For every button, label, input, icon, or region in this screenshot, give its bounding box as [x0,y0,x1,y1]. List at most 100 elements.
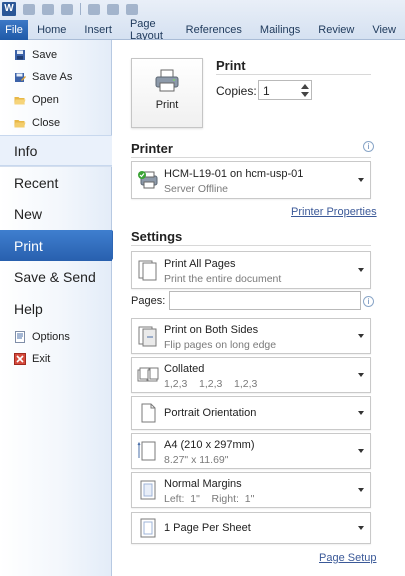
nav-save-as[interactable]: Save As [0,66,112,88]
options-icon [15,331,25,343]
tab-review[interactable]: Review [309,20,363,40]
nav-save[interactable]: Save [0,44,112,66]
nav-exit-label: Exit [32,353,51,365]
chevron-down-icon [358,449,364,453]
nav-item-info[interactable]: Info [0,135,112,166]
qat-open-icon[interactable] [107,3,119,15]
nav-item-recent[interactable]: Recent [0,167,112,198]
paper-size-select[interactable]: A4 (210 x 297mm) 8.27" x 11.69" [131,433,371,469]
print-button[interactable]: Print [131,58,203,128]
ribbon-tabs: File Home Insert Page Layout References … [0,18,405,42]
tab-file[interactable]: File [0,20,29,40]
printer-status: Server Offline [164,183,228,195]
printer-icon [155,69,179,92]
collation-title: Collated [164,363,205,375]
nav-item-new[interactable]: New [0,198,112,229]
chevron-down-icon [358,178,364,182]
open-folder-icon [14,97,26,105]
print-panel: Print Print Copies: 1 Printer i HCM-L19-… [113,40,405,576]
tab-mailings[interactable]: Mailings [251,20,309,40]
nav-options[interactable]: Options [0,326,112,348]
nav-save-label: Save [32,49,58,61]
print-range-subtitle: Print the entire document [164,273,282,285]
duplex-title: Print on Both Sides [164,324,259,336]
margins-subtitle: Left: 1" Right: 1" [164,493,255,505]
chevron-down-icon [358,268,364,272]
qat-redo-icon[interactable] [61,3,73,15]
copies-label: Copies: [216,84,257,98]
orientation-title: Portrait Orientation [164,407,257,419]
printer-name: HCM-L19-01 on hcm-usp-01 [164,168,304,180]
chevron-down-icon [358,526,364,530]
pages-per-sheet-icon [140,518,156,538]
page-setup-link[interactable]: Page Setup [319,552,377,564]
duplex-subtitle: Flip pages on long edge [164,339,277,351]
collate-icon [137,367,159,382]
print-heading-rule [216,74,371,75]
nav-exit[interactable]: Exit [0,348,112,370]
duplex-icon [138,326,157,347]
pages-label: Pages: [131,295,166,307]
printer-status-icon [138,171,158,189]
paper-size-subtitle: 8.27" x 11.69" [164,454,229,466]
pages-icon [138,260,157,281]
chevron-down-icon [358,334,364,338]
paper-size-title: A4 (210 x 297mm) [164,439,255,451]
printer-select[interactable]: HCM-L19-01 on hcm-usp-01 Server Offline [131,161,371,199]
tab-view[interactable]: View [363,20,405,40]
print-range-title: Print All Pages [164,258,236,270]
qat-save-icon[interactable] [23,3,35,15]
nav-close-label: Close [32,117,61,129]
copies-value: 1 [263,84,270,98]
chevron-down-icon [358,411,364,415]
qat-customize-icon[interactable] [126,3,138,15]
word-app-icon[interactable]: W [2,2,16,16]
chevron-down-icon [358,373,364,377]
tab-home[interactable]: Home [28,20,75,40]
ribbon: W File Home Insert Page Layout Reference… [0,0,405,42]
nav-open-label: Open [32,94,59,106]
nav-item-save-send[interactable]: Save & Send [0,261,112,292]
settings-heading: Settings [131,229,183,244]
pages-input[interactable] [169,291,361,310]
collation-select[interactable]: Collated 1,2,3 1,2,3 1,2,3 [131,357,371,393]
backstage-nav: Save Save As Open Close Info Recent New … [0,40,124,576]
tab-references[interactable]: References [177,20,251,40]
nav-options-label: Options [32,331,70,343]
qat-print-preview-icon[interactable] [88,3,100,15]
nav-open[interactable]: Open [0,89,112,111]
close-document-icon [14,120,26,128]
copies-stepper[interactable]: 1 [258,80,312,100]
qat-separator [80,3,81,15]
printer-properties-link[interactable]: Printer Properties [291,206,377,218]
settings-heading-rule [131,245,371,246]
nav-close[interactable]: Close [0,112,112,134]
margins-icon [140,480,156,500]
margins-select[interactable]: Normal Margins Left: 1" Right: 1" [131,472,371,508]
margins-title: Normal Margins [164,478,242,490]
quick-access-toolbar: W [0,0,405,18]
nav-item-print[interactable]: Print [0,230,112,261]
tab-page-layout[interactable]: Page Layout [121,18,177,42]
duplex-select[interactable]: Print on Both Sides Flip pages on long e… [131,318,371,354]
copies-down-arrow-icon[interactable] [301,92,309,97]
nav-item-help[interactable]: Help [0,293,112,324]
collation-subtitle: 1,2,3 1,2,3 1,2,3 [164,378,258,390]
printer-heading-rule [131,157,371,158]
copies-up-arrow-icon[interactable] [301,84,309,89]
pages-info-icon[interactable]: i [363,296,374,307]
orientation-select[interactable]: Portrait Orientation [131,396,371,430]
pages-per-sheet-select[interactable]: 1 Page Per Sheet [131,512,371,544]
print-button-label: Print [155,99,179,111]
chevron-down-icon [358,488,364,492]
tab-insert[interactable]: Insert [75,20,121,40]
paper-size-icon [137,441,156,461]
qat-undo-icon[interactable] [42,3,54,15]
print-heading: Print [216,58,246,73]
print-range-select[interactable]: Print All Pages Print the entire documen… [131,251,371,289]
printer-info-icon[interactable]: i [363,141,374,152]
printer-heading: Printer [131,141,173,156]
nav-save-as-label: Save As [32,71,73,83]
portrait-icon [141,403,156,423]
save-as-icon [15,73,26,82]
